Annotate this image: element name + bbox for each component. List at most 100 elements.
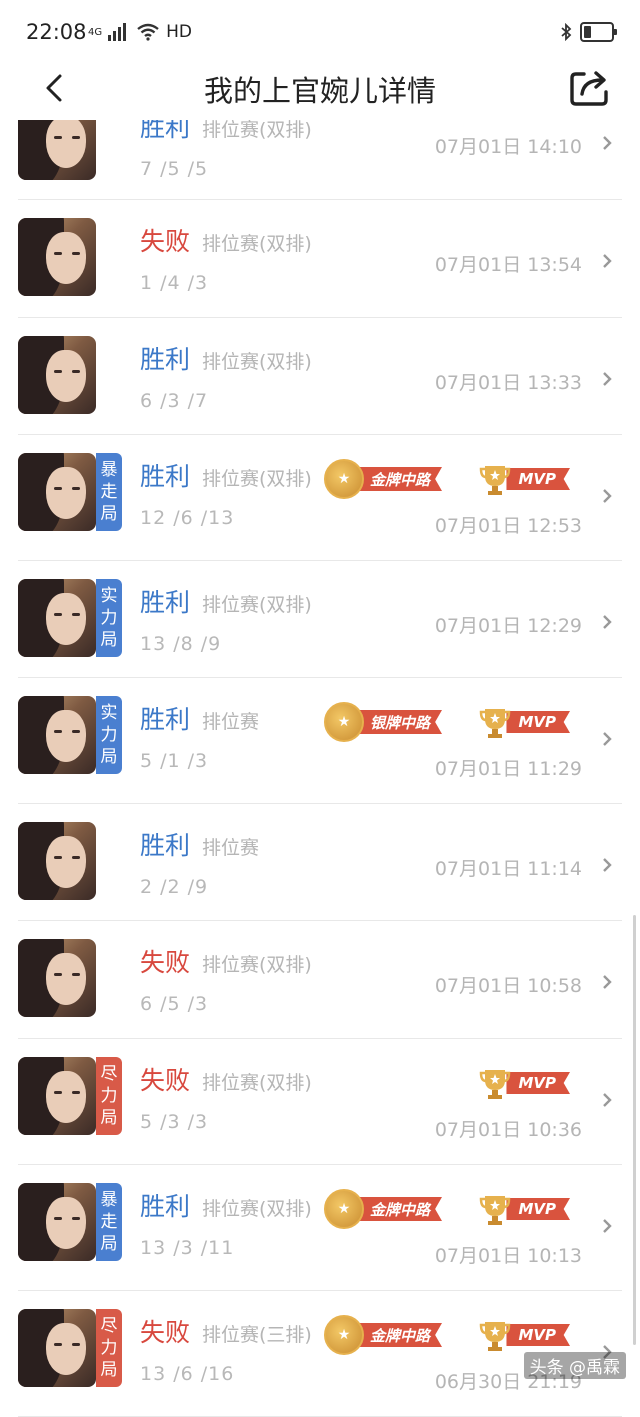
portrait-face xyxy=(46,350,86,402)
match-mode: 排位赛(双排) xyxy=(202,351,312,373)
position-medal-badge: ★ 金牌中路 xyxy=(323,459,442,499)
match-mode: 排位赛(三排) xyxy=(202,1324,312,1346)
match-mode: 排位赛 xyxy=(202,711,260,733)
match-row[interactable]: 失败 排位赛(双排) 1 /4 /3 07月01日 13:54 xyxy=(0,200,640,318)
portrait-eye xyxy=(72,856,80,859)
mvp-badge: MVP xyxy=(478,1319,570,1351)
trophy-icon xyxy=(480,1322,511,1351)
portrait-face xyxy=(46,1071,86,1123)
portrait-eye xyxy=(54,487,62,490)
match-kda: 6 /3 /7 xyxy=(140,390,209,412)
portrait-eye xyxy=(54,1343,62,1346)
portrait-face xyxy=(46,593,86,645)
portrait-eye xyxy=(72,730,80,733)
hero-avatar: 暴走局 xyxy=(18,453,122,531)
medal-star-icon: ★ xyxy=(323,1189,364,1229)
portrait-eye xyxy=(72,136,80,139)
match-tag-char: 局 xyxy=(100,747,118,767)
match-row[interactable]: 胜利 排位赛 2 /2 /9 07月01日 11:14 xyxy=(0,804,640,921)
match-list: 胜利 排位赛(双排) 7 /5 /5 07月01日 14:10 失败 排位赛(双排) 1 /… xyxy=(0,0,640,1417)
chevron-right-icon xyxy=(603,615,612,629)
match-row[interactable]: 实力局胜利 排位赛(双排) 13 /8 /9 07月01日 12:29 xyxy=(0,561,640,678)
match-tag-char: 暴 xyxy=(100,1190,118,1210)
match-tag-char: 走 xyxy=(100,1212,118,1232)
trophy-icon xyxy=(480,466,511,495)
medal-star-icon: ★ xyxy=(323,1315,364,1355)
hero-avatar xyxy=(18,218,122,296)
chevron-right-icon xyxy=(603,372,612,386)
match-tag: 尽力局 xyxy=(96,1309,122,1387)
hero-avatar xyxy=(18,336,122,414)
mvp-badge: MVP xyxy=(478,1067,570,1099)
match-row[interactable]: 尽力局失败 排位赛(双排) 5 /3 /3 07月01日 10:36 MVP xyxy=(0,1039,640,1165)
match-tag-char: 力 xyxy=(100,725,118,745)
match-tag-char: 局 xyxy=(100,1108,118,1128)
match-tag: 实力局 xyxy=(96,579,122,657)
hero-avatar: 尽力局 xyxy=(18,1057,122,1135)
match-kda: 13 /8 /9 xyxy=(140,633,222,655)
chevron-right-icon xyxy=(603,254,612,268)
match-time: 07月01日 13:33 xyxy=(434,372,582,394)
position-medal-badge: ★ 金牌中路 xyxy=(323,1189,442,1229)
portrait-face xyxy=(46,467,86,519)
mvp-badge: MVP xyxy=(478,463,570,495)
match-tag: 暴走局 xyxy=(96,1183,122,1261)
chevron-right-icon xyxy=(603,732,612,746)
mvp-badge: MVP xyxy=(478,1193,570,1225)
medal-label: 金牌中路 xyxy=(355,467,442,491)
match-kda: 7 /5 /5 xyxy=(140,158,209,180)
medal-star-icon: ★ xyxy=(323,702,364,742)
match-mode: 排位赛(双排) xyxy=(202,468,312,490)
match-tag: 暴走局 xyxy=(96,453,122,531)
match-row[interactable]: 暴走局胜利 排位赛(双排) 13 /3 /11 07月01日 10:13 MVP ★ 金牌中… xyxy=(0,1165,640,1291)
portrait-eye xyxy=(72,1217,80,1220)
match-result: 失败 xyxy=(140,948,191,977)
hero-avatar xyxy=(18,822,122,900)
match-tag: 尽力局 xyxy=(96,1057,122,1135)
page-title: 我的上官婉儿详情 xyxy=(203,74,436,108)
match-result: 胜利 xyxy=(140,705,191,734)
hero-avatar: 实力局 xyxy=(18,696,122,774)
match-tag-char: 实 xyxy=(100,703,118,723)
portrait-eye xyxy=(54,973,62,976)
match-result: 胜利 xyxy=(140,1192,191,1221)
portrait-eye xyxy=(54,1091,62,1094)
portrait-eye xyxy=(54,1217,62,1220)
chevron-right-icon xyxy=(603,1093,612,1107)
share-button[interactable] xyxy=(566,66,614,110)
match-time: 07月01日 13:54 xyxy=(434,254,582,276)
match-result: 胜利 xyxy=(140,831,191,860)
match-mode: 排位赛(双排) xyxy=(202,954,312,976)
match-time: 07月01日 10:13 xyxy=(434,1245,582,1267)
portrait-face xyxy=(46,710,86,762)
match-kda: 2 /2 /9 xyxy=(140,876,209,898)
match-row[interactable]: 失败 排位赛(双排) 6 /5 /3 07月01日 10:58 xyxy=(0,921,640,1039)
mvp-label: MVP xyxy=(506,711,570,733)
hero-avatar: 尽力局 xyxy=(18,1309,122,1387)
chevron-right-icon xyxy=(603,858,612,872)
match-tag-char: 尽 xyxy=(100,1316,118,1336)
trophy-icon xyxy=(480,1196,511,1225)
match-tag: 实力局 xyxy=(96,696,122,774)
portrait-eye xyxy=(54,856,62,859)
match-tag-char: 暴 xyxy=(100,460,118,480)
match-result: 失败 xyxy=(140,1318,191,1347)
portrait-face xyxy=(46,232,86,284)
match-time: 07月01日 10:58 xyxy=(434,975,582,997)
portrait-face xyxy=(46,953,86,1005)
portrait-eye xyxy=(72,973,80,976)
portrait-face xyxy=(46,1197,86,1249)
match-row[interactable]: 胜利 排位赛(双排) 6 /3 /7 07月01日 13:33 xyxy=(0,318,640,435)
hero-portrait xyxy=(18,579,96,657)
match-mode: 排位赛(双排) xyxy=(202,1198,312,1220)
match-row[interactable]: 实力局胜利 排位赛 5 /1 /3 07月01日 11:29 MVP ★ 银牌中路 xyxy=(0,678,640,804)
hero-portrait xyxy=(18,1309,96,1387)
match-kda: 5 /1 /3 xyxy=(140,750,209,772)
match-time: 07月01日 11:29 xyxy=(434,758,582,780)
portrait-eye xyxy=(72,1343,80,1346)
chevron-right-icon xyxy=(603,489,612,503)
chevron-right-icon xyxy=(603,975,612,989)
match-mode: 排位赛(双排) xyxy=(202,1072,312,1094)
match-row[interactable]: 暴走局胜利 排位赛(双排) 12 /6 /13 07月01日 12:53 MVP ★ 金牌中… xyxy=(0,435,640,561)
portrait-eye xyxy=(72,613,80,616)
